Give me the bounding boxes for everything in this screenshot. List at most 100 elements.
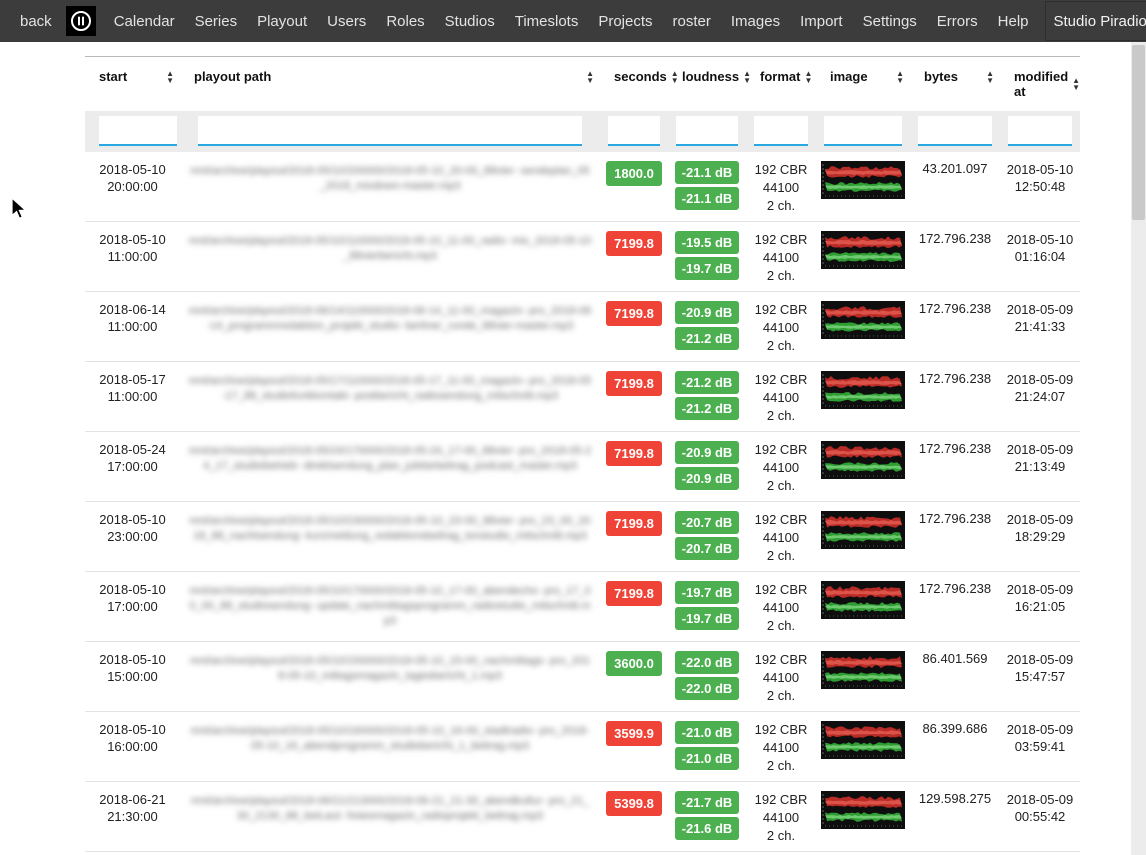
waveform-thumbnail[interactable]: [821, 581, 905, 619]
column-header-bytes[interactable]: bytes ▲▼: [910, 57, 1000, 112]
format-cell: 192 CBR441002 ch.: [746, 642, 816, 712]
loudness-badge: -21.6 dB: [675, 817, 739, 840]
playout-path-cell: mnt/archive/playout/2018-06/14/110000/20…: [180, 292, 600, 362]
column-header-start[interactable]: start ▲▼: [85, 57, 180, 112]
nav-item-images[interactable]: Images: [721, 13, 790, 30]
waveform-thumbnail[interactable]: [821, 371, 905, 409]
modified-at-cell: 2018-05-0900:55:42: [1000, 782, 1080, 852]
seconds-cell: 5399.8: [600, 782, 668, 852]
playout-path-cell: mnt/archive/playout/2018-05/24/170000/20…: [180, 432, 600, 502]
seconds-badge: 5399.8: [606, 791, 662, 816]
nav-item-settings[interactable]: Settings: [853, 13, 927, 30]
loudness-badge: -21.2 dB: [675, 371, 739, 394]
seconds-badge: 7199.8: [606, 371, 662, 396]
seconds-cell: 7199.8: [600, 502, 668, 572]
modified-at-cell: 2018-05-0900:54:28: [1000, 852, 1080, 855]
table-row: 2018-06-2110:00:00 mnt/archive/playout/2…: [85, 852, 1080, 855]
filter-input-seconds[interactable]: [608, 116, 660, 146]
seconds-badge: 1800.0: [606, 161, 662, 186]
nav-item-series[interactable]: Series: [185, 13, 248, 30]
loudness-cell: -21.2 dB-21.2 dB: [668, 362, 746, 432]
format-cell: 192 CBR441002 ch.: [746, 852, 816, 855]
image-cell: [816, 782, 910, 852]
bytes-cell: 172.796.238: [910, 362, 1000, 432]
nav-item-projects[interactable]: Projects: [588, 13, 662, 30]
nav-item-timeslots[interactable]: Timeslots: [505, 13, 589, 30]
waveform-thumbnail[interactable]: [821, 301, 905, 339]
studio-select[interactable]: Studio Piradio ▼: [1045, 1, 1146, 41]
start-cell: 2018-05-1023:00:00: [85, 502, 180, 572]
playout-path-blurred-text: mnt/archive/playout/2018-05/10/150000/20…: [180, 651, 600, 684]
seconds-badge: 7199.8: [606, 581, 662, 606]
nav-item-calendar[interactable]: Calendar: [104, 13, 185, 30]
waveform-thumbnail[interactable]: [821, 791, 905, 829]
waveform-thumbnail[interactable]: [821, 511, 905, 549]
nav-item-errors[interactable]: Errors: [927, 13, 988, 30]
loudness-cell: -20.9 dB-20.9 dB: [668, 432, 746, 502]
seconds-badge: 7199.8: [606, 511, 662, 536]
waveform-thumbnail[interactable]: [821, 651, 905, 689]
nav-item-users[interactable]: Users: [317, 13, 376, 30]
modified-at-cell: 2018-05-0903:59:41: [1000, 712, 1080, 782]
image-cell: [816, 712, 910, 782]
filter-input-bytes[interactable]: [918, 116, 992, 146]
modified-at-cell: 2018-05-0918:29:29: [1000, 502, 1080, 572]
image-cell: [816, 432, 910, 502]
column-header-playout-path[interactable]: playout path ▲▼: [180, 57, 600, 112]
column-label: bytes: [924, 69, 958, 84]
filter-input-modified-at[interactable]: [1008, 116, 1072, 146]
playout-path-cell: mnt/archive/playout/2018-06/21/213000/20…: [180, 782, 600, 852]
table-header-row: start ▲▼ playout path ▲▼ seconds ▲▼ loud…: [85, 57, 1080, 112]
modified-at-cell: 2018-05-0921:13:49: [1000, 432, 1080, 502]
modified-at-cell: 2018-05-0921:41:33: [1000, 292, 1080, 362]
column-header-image[interactable]: image ▲▼: [816, 57, 910, 112]
nav-item-help[interactable]: Help: [988, 13, 1039, 30]
filter-input-loudness[interactable]: [676, 116, 738, 146]
filter-input-format[interactable]: [754, 116, 808, 146]
format-cell: 192 CBR441002 ch.: [746, 712, 816, 782]
waveform-thumbnail[interactable]: [821, 441, 905, 479]
pause-logo-icon[interactable]: [66, 6, 96, 36]
bytes-cell: 172.796.238: [910, 292, 1000, 362]
nav-item-studios[interactable]: Studios: [435, 13, 505, 30]
playout-path-cell: mnt/archive/playout/2018-05/10/200000/20…: [180, 152, 600, 222]
column-header-modified-at[interactable]: modified at ▲▼: [1000, 57, 1080, 112]
image-cell: [816, 642, 910, 712]
bytes-cell: 43.201.097: [910, 152, 1000, 222]
playout-path-cell: mnt/archive/playout/2018-05/10/160000/20…: [180, 712, 600, 782]
start-cell: 2018-05-1016:00:00: [85, 712, 180, 782]
modified-at-cell: 2018-05-0916:21:05: [1000, 572, 1080, 642]
waveform-thumbnail[interactable]: [821, 721, 905, 759]
filter-input-start[interactable]: [99, 116, 177, 146]
vertical-scrollbar[interactable]: [1131, 42, 1146, 855]
scrollbar-thumb[interactable]: [1132, 45, 1145, 220]
column-header-format[interactable]: format ▲▼: [746, 57, 816, 112]
nav-item-roster[interactable]: roster: [663, 13, 721, 30]
modified-at-cell: 2018-05-1001:16:04: [1000, 222, 1080, 292]
seconds-cell: 3600.0: [600, 642, 668, 712]
column-label: seconds: [614, 69, 667, 84]
seconds-cell: 3599.9: [600, 712, 668, 782]
nav-item-playout[interactable]: Playout: [247, 13, 317, 30]
bytes-cell: 129.598.275: [910, 782, 1000, 852]
nav-item-import[interactable]: Import: [790, 13, 853, 30]
image-cell: [816, 222, 910, 292]
bytes-cell: 172.796.238: [910, 432, 1000, 502]
seconds-cell: 7199.8: [600, 292, 668, 362]
waveform-thumbnail[interactable]: [821, 231, 905, 269]
column-label: image: [830, 69, 868, 84]
table-row: 2018-05-1023:00:00 mnt/archive/playout/2…: [85, 502, 1080, 572]
waveform-thumbnail[interactable]: [821, 161, 905, 199]
sort-icon: ▲▼: [986, 70, 994, 84]
filter-input-image[interactable]: [824, 116, 902, 146]
filter-input-playout-path[interactable]: [198, 116, 582, 146]
loudness-badge: -21.7 dB: [675, 791, 739, 814]
column-header-seconds[interactable]: seconds ▲▼: [600, 57, 668, 112]
loudness-badge: -21.0 dB: [675, 721, 739, 744]
sort-icon: ▲▼: [1072, 77, 1080, 91]
column-header-loudness[interactable]: loudness ▲▼: [668, 57, 746, 112]
nav-back[interactable]: back: [0, 13, 62, 30]
loudness-cell: -21.1 dB-21.1 dB: [668, 152, 746, 222]
start-cell: 2018-05-1711:00:00: [85, 362, 180, 432]
nav-item-roles[interactable]: Roles: [376, 13, 434, 30]
